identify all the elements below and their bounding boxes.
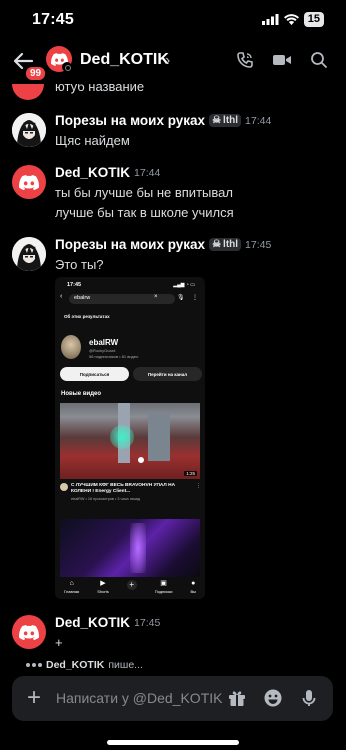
attachment-channel-name: ebalRW	[89, 338, 119, 347]
header-actions	[236, 51, 328, 69]
message-composer: + Написати у @Ded_KOTIK	[12, 676, 333, 721]
chat-header: 99 Ded_KOTIK ›	[0, 38, 346, 84]
status-bar: 17:45 15	[0, 0, 346, 38]
attachment-about-label: Об этих результатах	[64, 314, 110, 319]
attachment-video-duration: 1:25	[184, 471, 197, 476]
anime-avatar-icon	[12, 237, 46, 271]
chat-title[interactable]: Ded_KOTIK	[80, 51, 169, 69]
attachment-channel-avatar	[61, 335, 81, 359]
timestamp: 17:44	[245, 114, 272, 127]
skull-icon: ☠	[212, 239, 222, 250]
author-name[interactable]: Порезы на моих руках	[55, 237, 205, 252]
author-line: Ded_KOTIK 17:44	[55, 165, 160, 180]
message-text: ты бы лучше бы не впитывал	[55, 185, 233, 200]
status-time: 17:45	[32, 11, 74, 28]
attachment-back-icon: ‹	[60, 293, 63, 300]
discord-logo-icon	[19, 174, 39, 190]
attachment-nav-you: ● Вы	[190, 580, 196, 594]
microphone-icon[interactable]	[299, 688, 319, 708]
search-icon[interactable]	[310, 51, 328, 69]
guild-tag-label: lthl	[223, 115, 239, 126]
typing-user: Ded_KOTIK	[46, 659, 105, 671]
status-icons: 15	[261, 12, 324, 27]
attachment-channel-stats: 56 подписчиков • 81 видео	[89, 354, 139, 359]
attachment-bottom-nav: ⌂ Главная ▶ Shorts + ▣ Подписки ● Вы	[55, 577, 205, 599]
home-icon: ⌂	[69, 580, 74, 587]
guild-tag-label: lthl	[223, 239, 239, 250]
author-name[interactable]: Порезы на моих руках	[55, 113, 205, 128]
shorts-icon: ▶	[100, 580, 106, 587]
attachment-second-thumbnail	[60, 519, 200, 577]
attachment-search-box: ebalrw	[69, 294, 175, 304]
image-attachment[interactable]: 17:45 ▂▄▆ ◔ ▭ ‹ ebalrw × 🎙 ⋮ Об этих рез…	[55, 277, 205, 599]
attachment-nav-subscriptions: ▣ Подписки	[155, 580, 173, 594]
message-text: +	[55, 635, 63, 650]
attachment-channel-handle: @RockyGuard	[89, 348, 116, 353]
avatar[interactable]	[12, 113, 46, 147]
message-text: лучше бы так в школе учился	[55, 205, 234, 220]
plus-icon[interactable]: +	[27, 686, 41, 710]
avatar[interactable]	[12, 615, 46, 649]
nav-label: Главная	[63, 589, 80, 594]
unread-badge: 99	[24, 65, 48, 82]
guild-tag[interactable]: ☠ lthl	[209, 114, 242, 127]
avatar[interactable]	[12, 84, 44, 100]
discord-logo-icon	[19, 624, 39, 640]
guild-tag[interactable]: ☠ lthl	[209, 238, 242, 251]
emoji-icon[interactable]	[263, 688, 283, 708]
message-text: Это ты?	[55, 257, 104, 272]
typing-indicator: Ded_KOTIK пише...	[26, 659, 143, 671]
message-text: ютуб название	[55, 84, 145, 94]
author-line: Порезы на моих руках ☠ lthl 17:45	[55, 237, 271, 252]
author-name[interactable]: Ded_KOTIK	[55, 615, 130, 630]
attachment-video-avatar	[60, 483, 68, 491]
plus-icon: +	[126, 580, 137, 590]
attachment-video-meta: ebalRW • 16 просмотров • 3 часа назад	[71, 497, 140, 501]
timestamp: 17:44	[134, 166, 161, 179]
attachment-nav-home: ⌂ Главная	[64, 580, 79, 594]
timestamp: 17:45	[245, 238, 272, 251]
gift-icon[interactable]	[227, 688, 247, 708]
timestamp: 17:45	[134, 616, 161, 629]
subscriptions-icon: ▣	[160, 580, 167, 587]
typing-dots-icon	[26, 663, 42, 667]
attachment-video-title: С ЛУЧШИМ КФГ ВЕСЬ BRAVOHVH УПАЛ НА КОЛЕН…	[71, 483, 176, 494]
attachment-video-more-icon: ⋮	[196, 483, 201, 489]
wifi-icon	[283, 14, 299, 25]
home-indicator[interactable]	[107, 740, 239, 745]
typing-suffix: пише...	[108, 659, 143, 671]
anime-avatar-icon	[12, 113, 46, 147]
avatar[interactable]	[12, 165, 46, 199]
author-line: Порезы на моих руках ☠ lthl 17:44	[55, 113, 271, 128]
profile-icon: ●	[191, 580, 196, 587]
attachment-new-videos-label: Новые видео	[61, 391, 102, 397]
attachment-status-icons: ▂▄▆ ◔ ▭	[173, 282, 195, 288]
message-list[interactable]: ютуб название Порезы на моих руках ☠ lthl…	[0, 84, 346, 674]
offline-status-dot	[62, 62, 72, 72]
attachment-close-icon: ×	[154, 294, 158, 300]
author-name[interactable]: Ded_KOTIK	[55, 165, 130, 180]
attachment-status-time: 17:45	[67, 282, 82, 288]
author-line: Ded_KOTIK 17:45	[55, 615, 160, 630]
nav-label: Подписки	[154, 589, 173, 594]
attachment-nav-shorts: ▶ Shorts	[97, 580, 109, 594]
skull-icon: ☠	[212, 115, 222, 126]
nav-label: Вы	[190, 589, 196, 594]
signal-icon	[261, 14, 279, 25]
attachment-more-icon: ⋮	[192, 295, 198, 301]
chevron-right-icon[interactable]: ›	[165, 52, 170, 70]
attachment-video-thumbnail: 1:25	[60, 403, 200, 479]
nav-label: Shorts	[97, 589, 109, 594]
attachment-go-channel-button: Перейти на канал	[133, 367, 202, 381]
phone-icon[interactable]	[236, 51, 254, 69]
avatar[interactable]	[12, 237, 46, 271]
attachment-nav-create: +	[126, 580, 137, 590]
message-input[interactable]: Написати у @Ded_KOTIK	[56, 690, 222, 706]
battery-indicator: 15	[303, 12, 324, 27]
message-text: Щяс найдем	[55, 133, 130, 148]
attachment-mic-icon: 🎙	[177, 295, 185, 301]
attachment-subscribe-button: Подписаться	[60, 367, 129, 381]
video-camera-icon[interactable]	[272, 51, 292, 69]
composer-actions	[227, 688, 319, 708]
